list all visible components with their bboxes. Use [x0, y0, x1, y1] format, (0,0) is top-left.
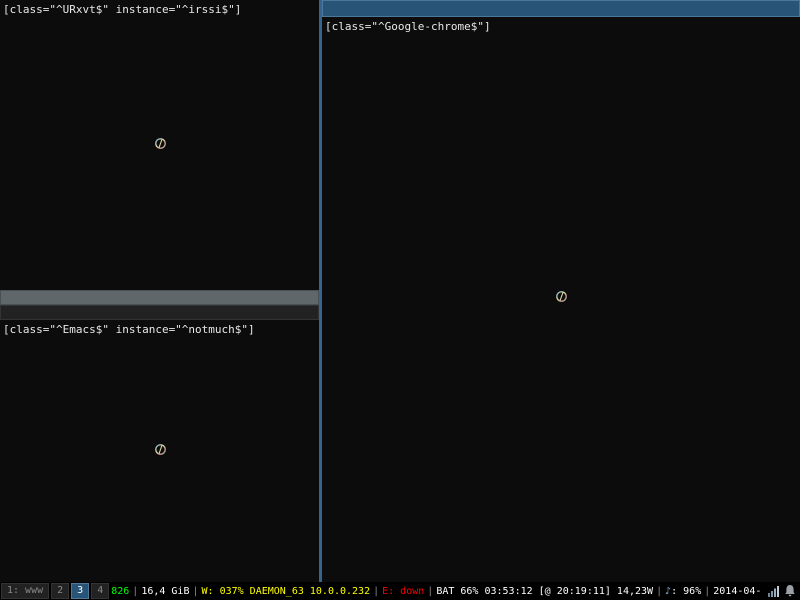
workspace-list: 1: www234: [1, 583, 111, 599]
status-segment-wifi: W: 037% DAEMON_63 10.0.0.232: [202, 586, 371, 597]
status-segment-memory: 16,4 GiB: [141, 586, 189, 597]
placeholder-icon: [154, 443, 167, 456]
i3-desktop: [class="^URxvt$" instance="^irssi$"] not…: [0, 0, 800, 600]
placeholder-icon: [154, 137, 167, 150]
titlebar-notmuch[interactable]: notmuch: [0, 290, 319, 305]
i3bar: 1: www234 826|16,4 GiB|W: 037% DAEMON_63…: [0, 582, 800, 600]
chrome-window-container: chrome [class="^Google-chrome$"]: [319, 0, 800, 582]
placeholder-window-notmuch[interactable]: [class="^Emacs$" instance="^notmuch$"]: [0, 320, 319, 582]
swallow-criteria-chrome: [class="^Google-chrome$"]: [325, 20, 491, 33]
workspace-button-2[interactable]: 2: [51, 583, 69, 599]
workspace-button-4[interactable]: 4: [91, 583, 109, 599]
status-separator: |: [704, 586, 710, 597]
placeholder-window-chrome[interactable]: [class="^Google-chrome$"]: [322, 17, 800, 582]
titlebar-terminal[interactable]: midna: ~: [0, 305, 319, 320]
swallow-criteria-notmuch: [class="^Emacs$" instance="^notmuch$"]: [3, 323, 255, 336]
status-segment-text: : 96%: [671, 586, 701, 597]
status-separator: |: [373, 586, 379, 597]
signal-icon[interactable]: [768, 585, 780, 597]
workspace-button-1-www[interactable]: 1: www: [1, 583, 49, 599]
status-line: 826|16,4 GiB|W: 037% DAEMON_63 10.0.0.23…: [111, 586, 762, 597]
placeholder-icon: [555, 290, 568, 303]
status-segment-datetime: 2014-04-18 16:: [713, 586, 762, 597]
status-segment-battery: BAT 66% 03:53:12 [@ 20:19:11] 14,23W: [436, 586, 653, 597]
status-separator: |: [132, 586, 138, 597]
workspace-button-3[interactable]: 3: [71, 583, 89, 599]
status-separator: |: [656, 586, 662, 597]
bell-icon[interactable]: [784, 584, 796, 597]
status-segment-mail-count: 826: [111, 586, 129, 597]
status-separator: |: [192, 586, 198, 597]
swallow-criteria-irssi: [class="^URxvt$" instance="^irssi$"]: [3, 3, 241, 16]
status-segment-ethernet: E: down: [382, 586, 424, 597]
status-separator: |: [427, 586, 433, 597]
placeholder-window-irssi[interactable]: [class="^URxvt$" instance="^irssi$"]: [0, 0, 319, 290]
titlebar-chrome[interactable]: chrome: [322, 0, 800, 17]
system-tray: [768, 584, 796, 597]
status-segment-volume: ♪: 96%: [665, 586, 701, 597]
